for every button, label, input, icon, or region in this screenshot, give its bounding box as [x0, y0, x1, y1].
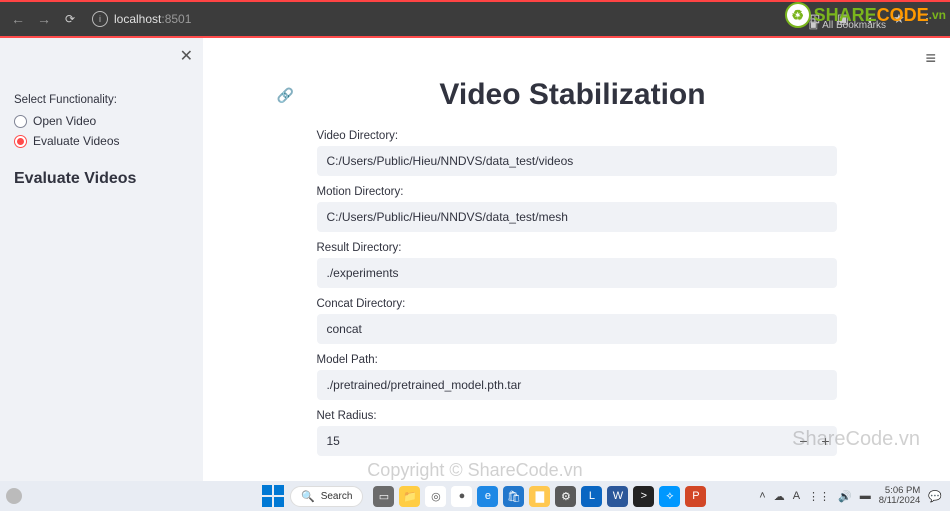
number-input[interactable] — [317, 426, 793, 456]
taskbar-app-task-view[interactable]: ▭ — [373, 486, 394, 507]
taskbar-app-explorer[interactable]: 📁 — [399, 486, 420, 507]
radio-icon — [14, 115, 27, 128]
text-input[interactable] — [317, 146, 837, 176]
increment-button[interactable]: + — [815, 433, 837, 449]
taskbar-widgets[interactable] — [0, 488, 22, 504]
language-icon[interactable]: A — [793, 490, 800, 502]
system-tray[interactable]: ˄ ☁ A ⋮⋮ 🔊 ▬ 5:06 PM 8/11/2024 💬 — [759, 486, 950, 507]
radio-label: Open Video — [33, 114, 96, 128]
taskbar-app-folder[interactable]: ▇ — [529, 486, 550, 507]
back-button[interactable]: ← — [8, 9, 28, 29]
start-button[interactable] — [262, 485, 284, 507]
main-menu-button[interactable]: ≡ — [925, 48, 936, 69]
radio-label: Evaluate Videos — [33, 134, 120, 148]
taskbar-app-store[interactable]: 🛍 — [503, 486, 524, 507]
site-info-icon[interactable]: i — [92, 11, 108, 27]
address-bar[interactable]: i localhost:8501 — [86, 11, 800, 27]
number-input-row: −+ — [317, 426, 837, 456]
recycle-icon: ♻ — [785, 2, 811, 28]
anchor-link-icon[interactable]: 🔗 — [277, 87, 295, 104]
field-0: Video Directory: — [317, 130, 837, 176]
decrement-button[interactable]: − — [793, 433, 815, 449]
taskbar-app-terminal[interactable]: > — [633, 486, 654, 507]
watermark-suffix: .vn — [929, 8, 946, 22]
weather-icon — [6, 488, 22, 504]
taskbar-app-linkedin[interactable]: L — [581, 486, 602, 507]
field-1: Motion Directory: — [317, 186, 837, 232]
taskbar-app-edge[interactable]: e — [477, 486, 498, 507]
field-label: Motion Directory: — [317, 186, 837, 198]
sidebar-header: Select Functionality: — [14, 94, 189, 106]
reload-button[interactable]: ⟳ — [60, 9, 80, 29]
sidebar-close-button[interactable]: ✕ — [180, 46, 193, 66]
watermark-brand-b: CODE — [877, 5, 929, 26]
field-label: Net Radius: — [317, 410, 837, 422]
battery-icon[interactable]: ▬ — [860, 490, 871, 502]
main-panel: ≡ 🔗 Video Stabilization Video Directory:… — [203, 38, 950, 481]
notifications-icon[interactable]: 💬 — [928, 490, 942, 503]
field-2: Result Directory: — [317, 242, 837, 288]
text-input[interactable] — [317, 258, 837, 288]
watermark-brand-a: SHARE — [814, 5, 877, 26]
tray-chevron-icon[interactable]: ˄ — [759, 490, 765, 502]
streamlit-app: ✕ Select Functionality: Open Video Evalua… — [0, 36, 950, 481]
taskbar-app-powerpoint[interactable]: P — [685, 486, 706, 507]
onedrive-icon[interactable]: ☁ — [774, 490, 785, 503]
radio-icon — [14, 135, 27, 148]
search-icon: 🔍 — [301, 490, 315, 503]
search-placeholder: Search — [321, 491, 353, 502]
field-3: Concat Directory: — [317, 298, 837, 344]
taskbar-search[interactable]: 🔍 Search — [290, 486, 363, 507]
url-text: localhost:8501 — [114, 12, 191, 26]
taskbar-app-vscode[interactable]: ⟡ — [659, 486, 680, 507]
page-title: Video Stabilization — [309, 78, 837, 112]
windows-taskbar: 🔍 Search ▭📁◎●e🛍▇⚙LW>⟡P ˄ ☁ A ⋮⋮ 🔊 ▬ 5:06… — [0, 481, 950, 511]
taskbar-app-copilot[interactable]: ◎ — [425, 486, 446, 507]
field-4: Model Path: — [317, 354, 837, 400]
field-label: Result Directory: — [317, 242, 837, 254]
content: 🔗 Video Stabilization Video Directory:Mo… — [317, 38, 837, 476]
field-label: Model Path: — [317, 354, 837, 366]
clock-date: 8/11/2024 — [879, 496, 921, 506]
text-input[interactable] — [317, 314, 837, 344]
taskbar-app-settings[interactable]: ⚙ — [555, 486, 576, 507]
field-label: Video Directory: — [317, 130, 837, 142]
volume-icon[interactable]: 🔊 — [838, 490, 852, 503]
field-5: Net Radius: −+ — [317, 410, 837, 456]
taskbar-app-chrome[interactable]: ● — [451, 486, 472, 507]
text-input[interactable] — [317, 202, 837, 232]
taskbar-clock[interactable]: 5:06 PM 8/11/2024 — [879, 486, 921, 507]
taskbar-app-word[interactable]: W — [607, 486, 628, 507]
sidebar: ✕ Select Functionality: Open Video Evalua… — [0, 38, 203, 481]
wifi-icon[interactable]: ⋮⋮ — [808, 490, 830, 503]
field-label: Concat Directory: — [317, 298, 837, 310]
radio-option-open-video[interactable]: Open Video — [14, 114, 189, 128]
forward-button[interactable]: → — [34, 9, 54, 29]
functionality-radio-group: Open Video Evaluate Videos — [14, 114, 189, 148]
sidebar-page-title: Evaluate Videos — [14, 170, 189, 188]
taskbar-apps: ▭📁◎●e🛍▇⚙LW>⟡P — [373, 486, 706, 507]
text-input[interactable] — [317, 370, 837, 400]
watermark-logo: ♻ SHARECODE.vn — [785, 2, 946, 28]
radio-option-evaluate-videos[interactable]: Evaluate Videos — [14, 134, 189, 148]
